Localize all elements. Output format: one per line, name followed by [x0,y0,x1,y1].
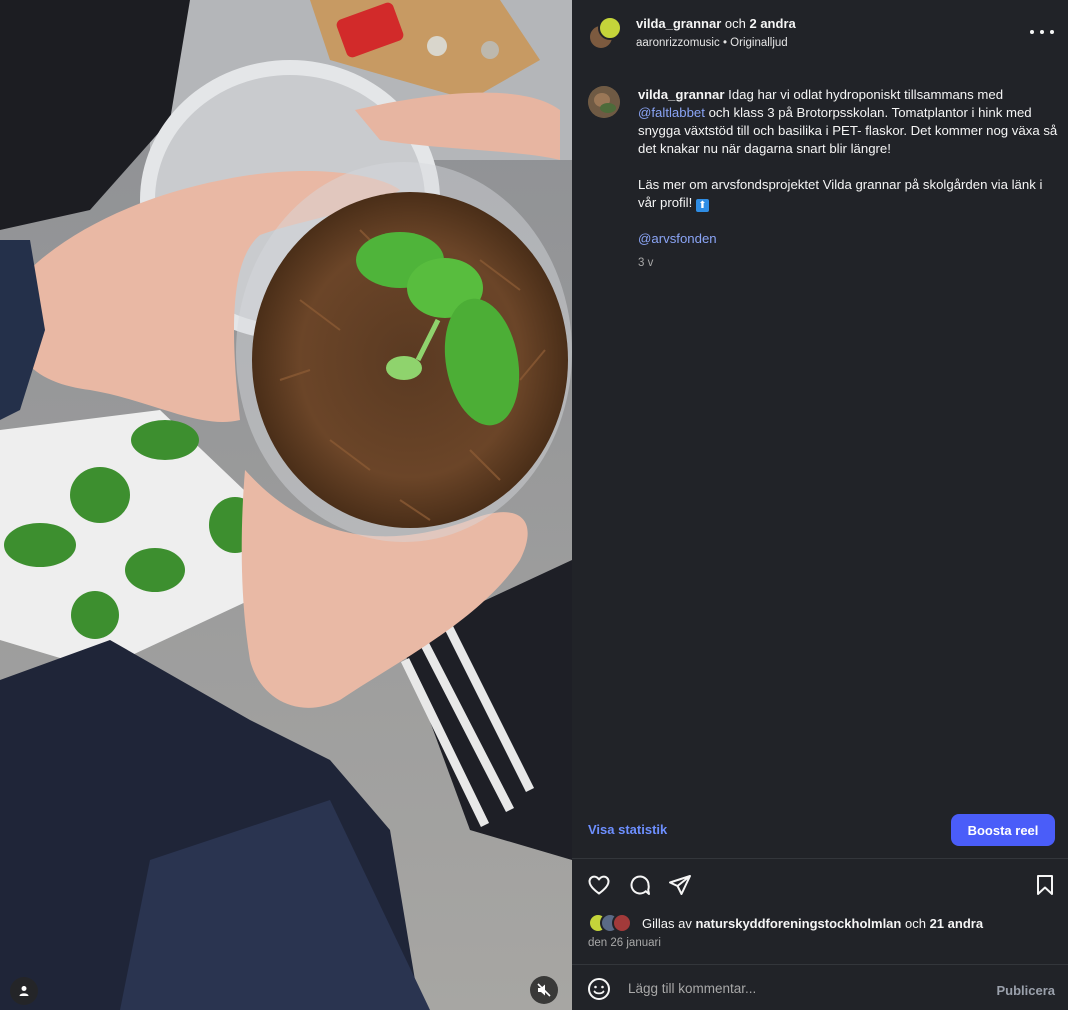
reel-video-frame [0,0,572,1010]
divider [572,858,1068,859]
avatar [598,16,622,40]
boost-reel-button[interactable]: Boosta reel [951,814,1055,846]
mention-link[interactable]: @faltlabbet [638,105,705,120]
likes-others-link[interactable]: 21 andra [930,916,983,931]
more-dot [1040,30,1044,34]
like-button[interactable] [586,872,612,898]
author-joiner: och [724,16,746,31]
caption-paragraph: @arvsfonden [638,230,1058,248]
more-options-button[interactable] [1030,24,1054,40]
caption-text: vilda_grannar Idag har vi odlat hydropon… [638,86,1058,272]
likes-text: Gillas av naturskyddforeningstockholmlan… [642,916,983,931]
collab-avatars[interactable] [588,16,624,52]
emoji-picker-button[interactable] [587,977,611,1001]
bookmark-icon [1037,875,1053,895]
comment-button[interactable] [627,872,653,898]
likes-joiner: och [904,916,926,931]
audio-separator: • [722,37,727,49]
reel-media[interactable] [0,0,572,1010]
comment-input[interactable] [628,977,968,999]
user-tag-icon [19,986,29,996]
post-header: vilda_grannar och 2 andra aaronrizzomusi… [572,0,1068,64]
save-button[interactable] [1032,872,1058,898]
caption-paragraph: Läs mer om arvsfondsprojektet Vilda gran… [638,176,1058,212]
comment-bar: Publicera [572,965,1068,1010]
smiley-icon [588,978,610,1000]
avatar [612,913,632,933]
avatar-image [588,86,620,118]
post-side-panel: vilda_grannar och 2 andra aaronrizzomusi… [572,0,1068,1010]
collaborators-link[interactable]: 2 andra [749,16,795,31]
caption-username[interactable]: vilda_grannar [638,87,725,102]
audio-line: aaronrizzomusic • Originalljud [636,37,788,49]
tagged-users-button[interactable] [10,977,38,1005]
heart-icon [588,875,610,895]
post-author-line: vilda_grannar och 2 andra [636,16,796,31]
post-date[interactable]: den 26 januari [588,937,661,949]
comment-icon [630,875,650,895]
audio-label[interactable]: Originalljud [730,37,788,49]
share-button[interactable] [667,872,693,898]
likes-summary[interactable]: Gillas av naturskyddforeningstockholmlan… [588,912,1058,934]
avatar[interactable] [588,86,620,118]
view-insights-link[interactable]: Visa statistik [588,822,667,837]
liker-avatars [588,913,644,933]
author-username[interactable]: vilda_grannar [636,16,721,31]
post-age[interactable]: 3 v [638,254,1058,272]
more-horizontal-icon [1030,30,1034,34]
send-icon [669,875,691,895]
up-arrow-emoji-icon: ⬆ [695,199,709,212]
audio-username[interactable]: aaronrizzomusic [636,37,720,49]
mention-link[interactable]: @arvsfonden [638,231,717,246]
publish-comment-button[interactable]: Publicera [996,983,1055,998]
speaker-muted-icon [537,983,551,997]
likes-prefix: Gillas av [642,916,692,931]
mute-toggle-button[interactable] [530,976,558,1004]
more-dot [1050,30,1054,34]
caption-text-start: Idag har vi odlat hydroponiskt tillsamma… [728,87,1004,102]
liker-username[interactable]: naturskyddforeningstockholmlan [695,916,901,931]
caption-paragraph: vilda_grannar Idag har vi odlat hydropon… [638,86,1058,158]
post-actions [572,870,1068,900]
